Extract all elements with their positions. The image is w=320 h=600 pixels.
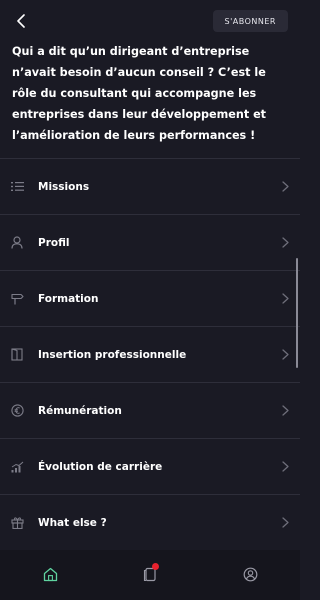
menu-item-label: Missions: [38, 180, 90, 193]
menu-list: Missions Profil Formation Insertion prof…: [0, 158, 300, 551]
growth-chart-icon: [10, 460, 24, 474]
profile-icon: [243, 567, 257, 581]
user-icon: [10, 236, 24, 250]
subscribe-button[interactable]: S'ABONNER: [212, 10, 288, 32]
menu-item-what-else[interactable]: What else ?: [0, 495, 300, 551]
menu-item-missions[interactable]: Missions: [0, 159, 300, 215]
gift-icon: [10, 516, 24, 530]
menu-item-label: Rémunération: [38, 404, 122, 417]
menu-item-profil[interactable]: Profil: [0, 215, 300, 271]
chevron-left-icon: [17, 14, 25, 28]
nav-home-button[interactable]: [38, 562, 62, 586]
chevron-right-icon: [280, 349, 290, 361]
chevron-right-icon: [280, 293, 290, 305]
nav-profile-button[interactable]: [238, 562, 262, 586]
list-icon: [10, 180, 24, 194]
door-icon: [10, 348, 24, 362]
menu-item-remuneration[interactable]: Rémunération: [0, 383, 300, 439]
top-bar: S'ABONNER: [0, 0, 300, 40]
screen: S'ABONNER Qui a dit qu’un dirigeant d’en…: [0, 0, 300, 600]
bottom-nav: [0, 550, 300, 600]
menu-item-insertion-professionnelle[interactable]: Insertion professionnelle: [0, 327, 300, 383]
menu-item-label: Évolution de carrière: [38, 460, 163, 473]
intro-text: Qui a dit qu’un dirigeant d’entreprise n…: [12, 45, 267, 142]
nav-cards-button[interactable]: [138, 562, 162, 586]
menu-item-evolution-de-carriere[interactable]: Évolution de carrière: [0, 439, 300, 495]
chevron-right-icon: [280, 181, 290, 193]
scrollbar[interactable]: [296, 258, 298, 368]
chevron-right-icon: [280, 237, 290, 249]
back-button[interactable]: [8, 8, 34, 34]
menu-item-label: Formation: [38, 292, 99, 305]
menu-item-label: What else ?: [38, 516, 107, 529]
home-icon: [43, 567, 57, 581]
chevron-right-icon: [280, 461, 290, 473]
menu-item-label: Profil: [38, 236, 70, 249]
menu-item-formation[interactable]: Formation: [0, 271, 300, 327]
signpost-icon: [10, 292, 24, 306]
notification-badge: [152, 563, 159, 570]
chevron-right-icon: [280, 405, 290, 417]
chevron-right-icon: [280, 517, 290, 529]
euro-icon: [10, 404, 24, 418]
menu-item-label: Insertion professionnelle: [38, 348, 187, 361]
